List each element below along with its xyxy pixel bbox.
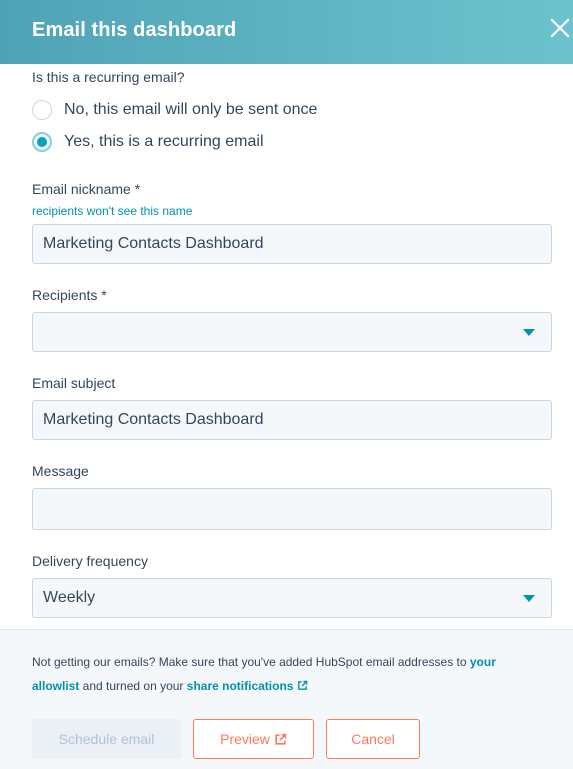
cancel-button[interactable]: Cancel <box>326 719 420 759</box>
nickname-input[interactable]: Marketing Contacts Dashboard <box>32 224 552 264</box>
frequency-select[interactable]: Weekly <box>32 578 552 618</box>
share-notifications-label: share notifications <box>186 679 294 693</box>
chevron-down-icon <box>523 595 535 602</box>
modal-title: Email this dashboard <box>32 19 237 41</box>
subject-input[interactable]: Marketing Contacts Dashboard <box>32 400 552 440</box>
radio-recurring[interactable] <box>32 132 52 152</box>
chevron-down-icon <box>523 329 535 336</box>
radio-once-label: No, this email will only be sent once <box>64 101 318 118</box>
recurring-question: Is this a recurring email? <box>32 69 185 85</box>
frequency-value: Weekly <box>43 589 96 606</box>
frequency-label: Delivery frequency <box>32 553 148 569</box>
close-icon[interactable] <box>548 16 572 40</box>
radio-once[interactable] <box>32 100 52 120</box>
share-notifications-link[interactable]: share notifications <box>187 679 309 693</box>
modal-header: Email this dashboard <box>0 0 573 64</box>
nickname-hint: recipients won't see this name <box>32 204 193 218</box>
recipients-label: Recipients * <box>32 287 107 303</box>
message-textarea[interactable] <box>32 488 552 530</box>
notice-text-1: Not getting our emails? Make sure that y… <box>32 655 470 669</box>
notice-text-2: and turned on your <box>79 679 187 693</box>
schedule-email-label: Schedule email <box>58 731 155 747</box>
radio-option-recurring[interactable]: Yes, this is a recurring email <box>32 131 264 153</box>
message-label: Message <box>32 463 89 479</box>
radio-option-once[interactable]: No, this email will only be sent once <box>32 99 317 121</box>
preview-button[interactable]: Preview <box>193 719 314 759</box>
recipients-select[interactable] <box>32 312 552 352</box>
cancel-label: Cancel <box>351 731 395 747</box>
subject-label: Email subject <box>32 375 116 391</box>
nickname-label: Email nickname * <box>32 181 141 197</box>
preview-label: Preview <box>220 731 270 747</box>
radio-recurring-label: Yes, this is a recurring email <box>64 133 264 150</box>
external-link-icon <box>275 733 287 745</box>
allowlist-notice: Not getting our emails? Make sure that y… <box>32 650 532 698</box>
schedule-email-button[interactable]: Schedule email <box>32 719 181 759</box>
external-link-icon <box>298 680 308 690</box>
